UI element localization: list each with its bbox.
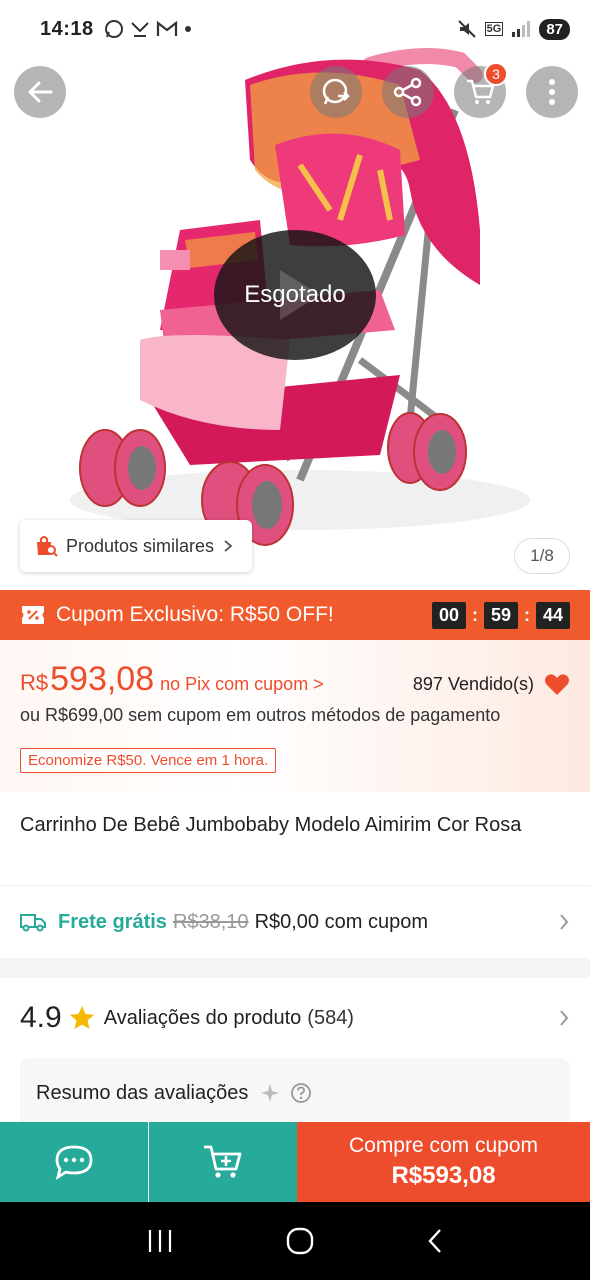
rating-value: 4.9 [20, 1001, 62, 1034]
shipping-row[interactable]: Frete grátis R$38,10 R$0,00 com cupom [0, 886, 590, 958]
heart-icon[interactable] [544, 673, 570, 697]
coupon-text: Cupom Exclusivo: R$50 OFF! [56, 603, 334, 626]
countdown-timer: 00 : 59 : 44 [432, 601, 570, 629]
status-time: 14:18 [40, 17, 94, 40]
status-bar: 14:18 5G 87 [0, 0, 590, 58]
signal-icon [512, 21, 531, 37]
similar-products-label: Produtos similares [66, 535, 215, 556]
add-to-cart-icon [204, 1145, 242, 1178]
help-question-icon[interactable] [290, 1082, 312, 1104]
coupon-ticket-icon [22, 606, 44, 624]
sparkle-icon [261, 1084, 280, 1102]
chevron-right-icon [560, 914, 569, 930]
pix-coupon-link[interactable]: no Pix com cupom > [160, 674, 324, 695]
image-counter: 1/8 [514, 538, 570, 574]
missed-call-icon [130, 22, 149, 37]
video-play-overlay[interactable]: Esgotado [214, 230, 376, 360]
more-vertical-icon [549, 79, 555, 105]
buy-button-label: Compre com cupom [348, 1134, 539, 1157]
share-icon [393, 77, 422, 107]
home-icon[interactable] [285, 1226, 315, 1256]
original-shipping-price: R$38,10 [172, 910, 249, 933]
buy-with-coupon-button[interactable]: Compre com cupom R$593,08 [297, 1122, 590, 1202]
mute-icon [457, 20, 476, 38]
reviews-count: (584) [307, 1006, 354, 1029]
chat-icon [55, 1145, 93, 1180]
system-navigation-bar [0, 1202, 590, 1280]
share-button[interactable] [382, 66, 434, 118]
cart-count-badge: 3 [484, 62, 508, 86]
sold-out-label: Esgotado [244, 281, 346, 308]
back-button[interactable] [14, 66, 66, 118]
exclusive-coupon-banner[interactable]: Cupom Exclusivo: R$50 OFF! 00 : 59 : 44 [0, 590, 590, 640]
review-summary-title: Resumo das avaliações [36, 1081, 249, 1104]
price-section: R$ 593,08 no Pix com cupom > 897 Vendido… [0, 640, 590, 792]
whatsapp-share-button[interactable] [310, 66, 362, 118]
product-title: Carrinho De Bebê Jumbobaby Modelo Aimiri… [20, 814, 522, 836]
price-currency: R$ [20, 670, 49, 695]
chevron-right-icon [224, 540, 233, 552]
whatsapp-share-icon [322, 78, 350, 105]
savings-tag: Economize R$50. Vence em 1 hora. [20, 748, 277, 773]
chat-button[interactable] [0, 1122, 148, 1202]
gmail-icon [156, 20, 177, 36]
delivery-truck-icon [20, 914, 46, 932]
similar-products-button[interactable]: Produtos similares [20, 520, 253, 572]
shopping-bag-search-icon [37, 536, 58, 557]
cart-button[interactable]: 3 [454, 62, 508, 118]
timer-hours: 00 [432, 601, 466, 629]
more-options-button[interactable] [526, 66, 578, 118]
alternate-price-text: ou R$699,00 sem cupom em outros métodos … [20, 705, 501, 725]
recent-apps-icon[interactable] [145, 1228, 175, 1254]
section-separator [0, 958, 590, 978]
network-type-label: 5G [484, 22, 504, 36]
review-summary-card[interactable]: Resumo das avaliações [20, 1058, 570, 1128]
product-image-area[interactable]: 3 Esgotado Produtos similares 1/8 [0, 0, 590, 590]
reviews-label: Avaliações do produto [103, 1006, 302, 1029]
arrow-left-icon [28, 81, 53, 103]
bottom-action-bar: Compre com cupom R$593,08 [0, 1122, 590, 1202]
buy-button-price: R$593,08 [391, 1162, 496, 1189]
free-shipping-label: Frete grátis [58, 910, 167, 933]
coupon-shipping-price: R$0,00 com cupom [254, 910, 428, 933]
more-notifications-dot-icon [184, 26, 191, 32]
battery-level: 87 [539, 18, 570, 40]
product-reviews-row[interactable]: 4.9 Avaliações do produto (584) [0, 978, 590, 1058]
whatsapp-notification-icon [104, 20, 123, 38]
back-nav-icon[interactable] [425, 1227, 445, 1255]
timer-minutes: 59 [484, 601, 518, 629]
chevron-right-icon [560, 1010, 569, 1026]
price-value: 593,08 [50, 660, 155, 698]
star-icon [69, 1006, 94, 1029]
sold-count: 897 Vendido(s) [412, 674, 534, 694]
timer-seconds: 44 [536, 601, 570, 629]
add-to-cart-button[interactable] [149, 1122, 297, 1202]
